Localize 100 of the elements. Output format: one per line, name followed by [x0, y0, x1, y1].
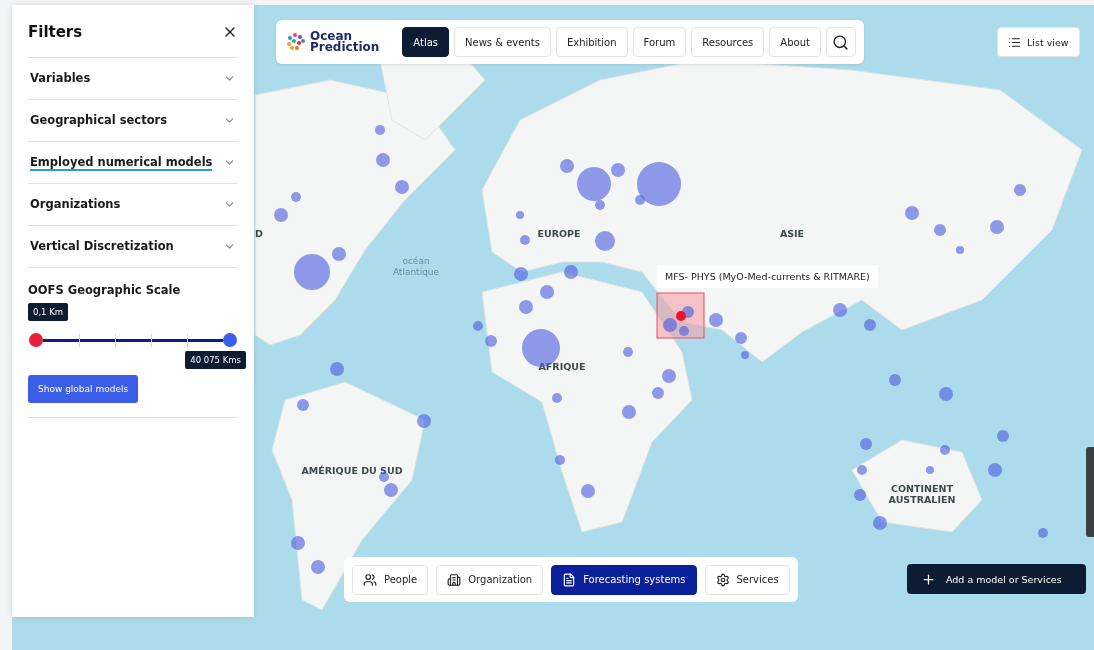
marker-tooltip: MFS- PHYS (MyO-Med-currents & RITMARE) — [657, 265, 878, 288]
map-marker[interactable] — [555, 455, 565, 465]
map-marker[interactable] — [663, 318, 677, 332]
logo-text: Ocean Prediction — [310, 31, 380, 53]
map-marker[interactable] — [735, 332, 747, 344]
filter-section[interactable]: Organizations — [28, 184, 238, 226]
map-marker[interactable] — [581, 484, 595, 498]
selection-area — [656, 292, 705, 339]
settings-icon — [715, 572, 730, 587]
map-marker[interactable] — [297, 399, 309, 411]
category-tab[interactable]: People — [352, 564, 429, 595]
map-marker[interactable] — [294, 254, 330, 290]
map-label: D — [254, 227, 264, 239]
map-marker[interactable] — [291, 192, 301, 202]
map-marker[interactable] — [637, 162, 681, 206]
map-marker[interactable] — [956, 246, 964, 254]
organization-icon — [447, 572, 462, 587]
map-marker[interactable] — [709, 313, 723, 327]
map-marker[interactable] — [939, 387, 953, 401]
map-marker[interactable] — [854, 489, 866, 501]
map-marker[interactable] — [889, 374, 901, 386]
map-marker[interactable] — [485, 335, 497, 347]
list-icon — [1008, 35, 1021, 49]
nav-button[interactable]: Atlas — [402, 27, 449, 57]
nav-button[interactable]: Exhibition — [555, 27, 628, 57]
plus-icon — [921, 571, 936, 587]
map-marker[interactable] — [514, 267, 528, 281]
map-marker[interactable] — [682, 306, 694, 318]
map-marker[interactable] — [595, 200, 605, 210]
map-marker[interactable] — [473, 321, 483, 331]
map-marker[interactable] — [857, 465, 867, 475]
filter-section[interactable]: Employed numerical models — [28, 142, 238, 184]
map-marker[interactable] — [833, 303, 847, 317]
map-marker[interactable] — [376, 153, 390, 167]
filter-section[interactable]: Variables — [28, 58, 238, 100]
map-marker[interactable] — [662, 369, 676, 383]
map-marker[interactable] — [595, 231, 615, 251]
map-marker[interactable] — [611, 163, 625, 177]
map-label: ASIE — [778, 227, 806, 239]
map-marker[interactable] — [417, 414, 431, 428]
map-marker[interactable] — [375, 125, 385, 135]
map-marker[interactable] — [384, 483, 398, 497]
slider-thumb[interactable] — [29, 333, 43, 347]
map-marker[interactable] — [560, 159, 574, 173]
slider-value: 0,1 Km — [28, 303, 69, 321]
map-marker[interactable] — [905, 206, 919, 220]
map-marker[interactable] — [997, 430, 1009, 442]
map-marker[interactable] — [564, 265, 578, 279]
people-icon — [363, 572, 377, 587]
map-marker[interactable] — [622, 405, 636, 419]
nav-button[interactable]: News & events — [454, 27, 551, 57]
document-icon — [562, 572, 577, 587]
map-marker[interactable] — [635, 195, 645, 205]
map-marker[interactable] — [291, 536, 305, 550]
slider-thumb[interactable] — [223, 333, 237, 347]
selected-marker[interactable] — [676, 311, 686, 321]
logo-icon — [286, 32, 306, 52]
map-marker[interactable] — [990, 220, 1004, 234]
map-marker[interactable] — [332, 247, 346, 261]
map-marker[interactable] — [934, 224, 946, 236]
nav-button[interactable]: Forum — [632, 27, 687, 57]
map-marker[interactable] — [860, 438, 872, 450]
map-marker[interactable] — [1014, 184, 1026, 196]
map-marker[interactable] — [395, 180, 409, 194]
map-marker[interactable] — [1038, 528, 1048, 538]
map-marker[interactable] — [652, 387, 664, 399]
category-tab[interactable]: Organization — [436, 564, 544, 595]
slider-value: 40 075 Kms — [185, 351, 246, 369]
map-marker[interactable] — [311, 560, 325, 574]
map-marker[interactable] — [330, 362, 344, 376]
map-marker[interactable] — [623, 347, 633, 357]
filter-section[interactable]: Vertical Discretization — [28, 226, 238, 268]
search-icon — [832, 33, 850, 51]
map-marker[interactable] — [379, 472, 389, 482]
side-handle[interactable] — [1086, 447, 1094, 537]
map-marker[interactable] — [741, 351, 749, 359]
map-marker[interactable] — [940, 445, 950, 455]
map-marker[interactable] — [519, 300, 533, 314]
map-marker[interactable] — [516, 211, 524, 219]
map-marker[interactable] — [873, 516, 887, 530]
map-marker[interactable] — [540, 285, 554, 299]
map-marker[interactable] — [520, 235, 530, 245]
filter-section[interactable]: Geographical sectors — [28, 100, 238, 142]
category-tab[interactable]: Services — [704, 564, 790, 595]
show-global-button[interactable]: Show global models — [28, 375, 139, 403]
list-view-button[interactable]: List view — [997, 27, 1080, 57]
nav-button[interactable]: Resources — [691, 27, 765, 57]
nav-button[interactable]: About — [769, 27, 821, 57]
map-marker[interactable] — [988, 463, 1002, 477]
map-marker[interactable] — [577, 167, 611, 201]
map-label: AMÉRIQUE DU SUD — [300, 464, 404, 476]
category-tab[interactable]: Forecasting systems — [551, 564, 697, 595]
map-marker[interactable] — [274, 208, 288, 222]
map-marker[interactable] — [552, 393, 562, 403]
map-marker[interactable] — [679, 326, 689, 336]
map-marker[interactable] — [926, 466, 934, 474]
add-button[interactable]: Add a model or Services — [907, 564, 1086, 594]
map-marker[interactable] — [864, 319, 876, 331]
search-button[interactable] — [825, 27, 856, 57]
map-label: AFRIQUE — [537, 360, 587, 372]
